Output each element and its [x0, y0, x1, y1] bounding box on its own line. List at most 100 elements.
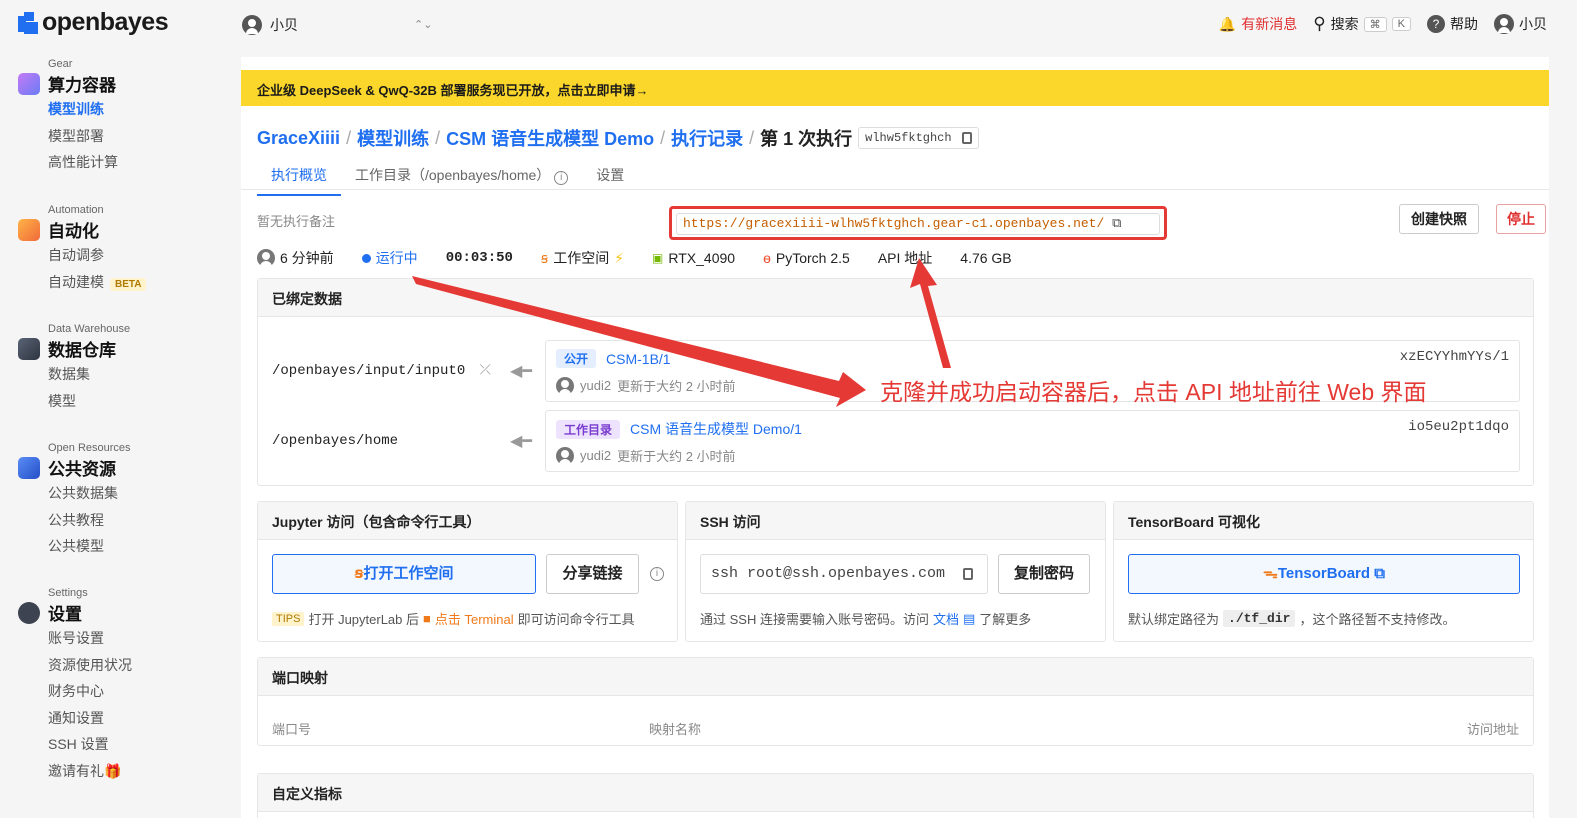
tensorboard-icon: ᯓ	[1263, 565, 1278, 582]
tensorboard-button[interactable]: ᯓTensorBoard ⧉	[1128, 554, 1520, 594]
user-menu[interactable]: 小贝	[1494, 14, 1547, 34]
card-title: SSH 访问	[686, 502, 1105, 540]
sidebar-item-automl[interactable]: 自动建模 BETA	[48, 269, 147, 296]
mount-path: /openbayes/home	[272, 433, 399, 449]
chevron-updown-icon[interactable]: ⌃⌄	[414, 18, 432, 31]
sidebar-section-gear: Gear 算力容器 模型训练 模型部署 高性能计算	[18, 58, 118, 176]
breadcrumb-runs[interactable]: 执行记录	[671, 125, 743, 151]
share-link-button[interactable]: 分享链接	[546, 554, 639, 594]
sidebar-heading-automation[interactable]: 自动化	[18, 217, 146, 242]
info-icon[interactable]: i	[650, 567, 664, 581]
gift-icon: 🎁	[104, 762, 122, 779]
dataset-row: 工作目录 CSM 语音生成模型 Demo/1 yudi2 更新于大约 2 小时前…	[545, 410, 1520, 472]
tab-settings[interactable]: 设置	[582, 161, 638, 196]
port-table-header: 端口号 映射名称 访问地址	[258, 697, 1533, 745]
terminal-hint: 点击 Terminal	[434, 612, 514, 627]
arrow-left-icon: ◀━	[510, 363, 532, 380]
sidebar-heading-gear[interactable]: 算力容器	[18, 71, 118, 96]
dataset-owner[interactable]: yudi2	[580, 448, 611, 463]
search-button[interactable]: ⚲ 搜索 ⌘ K	[1313, 14, 1411, 34]
help-button[interactable]: ? 帮助	[1427, 14, 1478, 34]
tab-overview[interactable]: 执行概览	[257, 161, 341, 196]
card-title: 自定义指标	[258, 774, 1533, 812]
annotation-caption: 克隆并成功启动容器后，点击 API 地址前往 Web 界面	[880, 379, 1427, 405]
sidebar-item-ssh[interactable]: SSH 设置	[48, 731, 132, 758]
divider	[241, 189, 1549, 190]
info-icon[interactable]: i	[554, 171, 569, 185]
automation-icon	[18, 218, 40, 241]
tab-workdir[interactable]: 工作目录（/openbayes/home） i	[341, 161, 582, 196]
logo[interactable]: openbayes	[18, 8, 169, 37]
copy-icon[interactable]	[961, 132, 972, 144]
workspace-name: 小贝	[270, 17, 298, 33]
jupyter-card: Jupyter 访问（包含命令行工具） ꞩ打开工作空间 分享链接 i TIPS …	[257, 501, 678, 642]
sidebar-item-public-models[interactable]: 公共模型	[48, 533, 131, 560]
column-header: 访问地址	[1466, 722, 1519, 737]
open-workspace-button[interactable]: ꞩ打开工作空间	[272, 554, 536, 594]
avatar-icon	[556, 446, 574, 465]
dataset-owner[interactable]: yudi2	[580, 378, 611, 393]
sidebar-item-training[interactable]: 模型训练	[48, 96, 118, 123]
sidebar-item-public-tutorials[interactable]: 公共教程	[48, 507, 131, 534]
sidebar-heading-settings[interactable]: 设置	[18, 600, 132, 625]
create-snapshot-button[interactable]: 创建快照	[1399, 204, 1479, 234]
run-id-chip[interactable]: wlhw5fktghch	[858, 127, 979, 149]
sidebar-item-datasets[interactable]: 数据集	[48, 361, 130, 388]
status-bar: 6 分钟前 运行中 00:03:50 ꞩ 工作空间 ⚡ ▣ RTX_4090 ɵ PyT…	[257, 248, 1040, 268]
status-badge: 运行中	[361, 248, 418, 268]
database-icon	[18, 337, 40, 360]
tensorboard-card: TensorBoard 可视化 ᯓTensorBoard ⧉ 默认绑定路径为 .…	[1113, 501, 1534, 642]
top-bar: openbayes 小贝 ⌃⌄ 🔔 有新消息 ⚲ 搜索 ⌘ K ? 帮助 小贝	[0, 0, 1577, 54]
sidebar: Gear 算力容器 模型训练 模型部署 高性能计算 Automation 自动化…	[0, 54, 240, 818]
sidebar-item-account[interactable]: 账号设置	[48, 625, 132, 652]
sidebar-item-public-datasets[interactable]: 公共数据集	[48, 480, 131, 507]
notifications-button[interactable]: 🔔 有新消息	[1219, 14, 1297, 34]
breadcrumb-project[interactable]: CSM 语音生成模型 Demo	[446, 125, 654, 151]
sidebar-item-usage[interactable]: 资源使用状况	[48, 652, 132, 679]
elapsed-time: 00:03:50	[445, 250, 513, 266]
sidebar-item-autotune[interactable]: 自动调参	[48, 242, 146, 269]
sidebar-item-models[interactable]: 模型	[48, 388, 130, 415]
sidebar-item-deploy[interactable]: 模型部署	[48, 123, 118, 150]
nvidia-icon: ▣	[652, 251, 664, 265]
avatar-icon	[257, 249, 275, 267]
docs-link[interactable]: 文档	[933, 609, 959, 628]
sidebar-item-billing[interactable]: 财务中心	[48, 678, 132, 705]
sidebar-item-invite[interactable]: 邀请有礼🎁	[48, 758, 132, 785]
sidebar-heading-open[interactable]: 公共资源	[18, 455, 131, 480]
jupyter-icon: ꞩ	[540, 249, 549, 266]
api-url-link[interactable]: https://gracexiiii-wlhw5fktghch.gear-c1.…	[676, 213, 1160, 235]
main-panel: 企业级 DeepSeek & QwQ-32B 部署服务现已开放，点击立即申请→ …	[241, 57, 1549, 818]
ssh-command-field[interactable]: ssh root@ssh.openbayes.com	[700, 554, 988, 594]
avatar-icon	[242, 15, 262, 35]
tabs: 执行概览 工作目录（/openbayes/home） i 设置	[257, 161, 638, 196]
sidebar-item-hpc[interactable]: 高性能计算	[48, 149, 118, 176]
cube-icon	[18, 72, 40, 95]
avatar-icon	[556, 376, 574, 395]
card-title: 已绑定数据	[258, 279, 1533, 317]
sidebar-section-warehouse: Data Warehouse 数据仓库 数据集 模型	[18, 323, 130, 414]
gear-icon	[18, 601, 40, 624]
dataset-hash: io5eu2pt1dqo	[1408, 419, 1509, 435]
stop-button[interactable]: 停止	[1496, 204, 1546, 234]
promo-banner[interactable]: 企业级 DeepSeek & QwQ-32B 部署服务现已开放，点击立即申请→	[241, 70, 1549, 106]
run-note[interactable]: 暂无执行备注	[257, 211, 335, 230]
pytorch-icon: ɵ	[763, 250, 771, 266]
ssh-card: SSH 访问 ssh root@ssh.openbayes.com 复制密码 通…	[685, 501, 1106, 642]
workspace-link[interactable]: ꞩ 工作空间 ⚡	[541, 248, 624, 268]
breadcrumb-training[interactable]: 模型训练	[357, 125, 429, 151]
dataset-link[interactable]: CSM-1B/1	[606, 351, 671, 367]
unlink-icon[interactable]: ⤫	[480, 363, 491, 379]
custom-metrics-card: 自定义指标	[257, 773, 1534, 818]
workspace-switcher[interactable]: 小贝	[242, 15, 298, 35]
help-icon: ?	[1427, 15, 1445, 33]
copy-icon[interactable]	[963, 568, 973, 580]
sidebar-heading-warehouse[interactable]: 数据仓库	[18, 336, 130, 361]
dataset-link[interactable]: CSM 语音生成模型 Demo/1	[630, 419, 802, 439]
sidebar-item-notifications[interactable]: 通知设置	[48, 705, 132, 732]
api-address-link[interactable]: API 地址	[878, 248, 932, 268]
avatar-icon	[1494, 14, 1514, 34]
column-header: 端口号	[272, 722, 312, 737]
copy-password-button[interactable]: 复制密码	[998, 554, 1090, 594]
breadcrumb-user[interactable]: GraceXiiii	[257, 128, 340, 149]
